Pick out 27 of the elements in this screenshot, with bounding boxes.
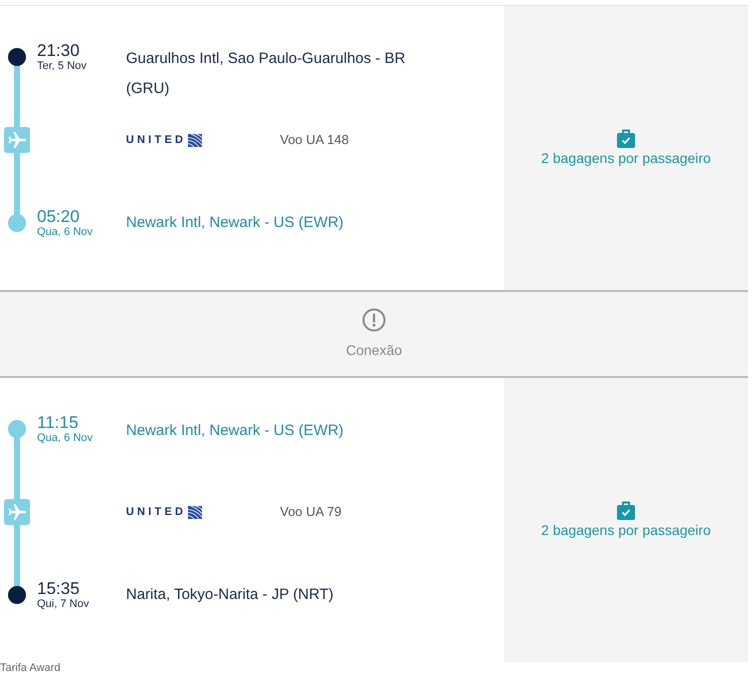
fare-type-label: Tarifa Award [0,662,62,675]
connection-label: Conexão [346,342,402,359]
plane-icon [4,499,30,525]
departure-date: Qua, 6 Nov [37,432,93,444]
arrival-date: Qua, 6 Nov [37,226,93,238]
arrival-airport: Narita, Tokyo-Narita - JP (NRT) [126,585,334,605]
departure-airport: Guarulhos Intl, Sao Paulo-Guarulhos - BR (GRU) [126,49,406,99]
flight-number: Voo UA 79 [280,504,342,520]
departure-airport: Newark Intl, Newark - US (EWR) [126,421,344,441]
suitcase-check-icon [617,129,635,148]
flight-number: Voo UA 148 [280,132,349,148]
baggage-allowance: 2 bagagens por passageiro [541,150,711,167]
arrival-airport: Newark Intl, Newark - US (EWR) [126,213,344,233]
departure-time: 11:15 [37,414,78,432]
suitcase-check-icon [617,501,635,520]
airline-logo-text: UNITED [126,134,186,146]
departure-date: Ter, 5 Nov [37,60,87,72]
globe-icon [188,506,202,518]
alert-icon [362,308,386,332]
arrival-date: Qui, 7 Nov [37,598,89,610]
arrival-time: 15:35 [37,580,80,598]
plane-icon [4,127,30,153]
departure-time: 21:30 [37,42,80,60]
globe-icon [188,134,202,146]
baggage-allowance: 2 bagagens por passageiro [541,522,711,539]
arrival-time: 05:20 [37,208,80,226]
airline-logo-text: UNITED [126,506,186,518]
